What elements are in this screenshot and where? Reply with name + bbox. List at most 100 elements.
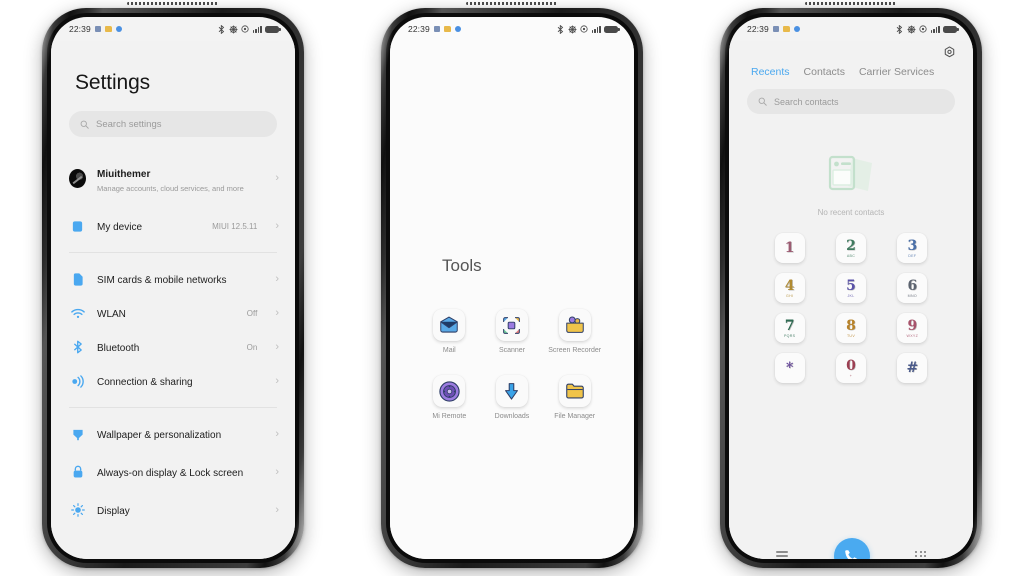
search-icon [758, 97, 767, 106]
settings-row-connection-sharing[interactable]: Connection & sharing › [51, 364, 295, 398]
keypad-icon[interactable] [915, 550, 927, 559]
account-name: Miuithemer [97, 168, 151, 180]
settings-row-lock-screen[interactable]: Always-on display & Lock screen › [51, 451, 295, 493]
folder-icon [104, 26, 112, 32]
search-settings-input[interactable]: Search settings [69, 111, 277, 137]
key-digit: 5 [846, 277, 856, 294]
dialer-bottom-bar [729, 529, 973, 559]
settings-list: Miuithemer Manage accounts, cloud servic… [51, 149, 295, 559]
wifi-icon [69, 308, 86, 319]
chevron-right-icon: › [275, 306, 279, 319]
bluetooth-icon [557, 24, 564, 34]
search-placeholder: Search contacts [774, 96, 839, 107]
key-letters: ABC [846, 253, 856, 258]
settings-label: Bluetooth [97, 343, 140, 354]
tab-carrier-services[interactable]: Carrier Services [859, 66, 934, 78]
key-digit: 9 [907, 317, 918, 334]
app-mail[interactable]: Mail [418, 309, 481, 355]
no-contacts-illustration-icon [822, 152, 880, 198]
settings-row-account[interactable]: Miuithemer Manage accounts, cloud servic… [51, 157, 295, 199]
dialpad-key-3[interactable]: 3 DEF [882, 233, 943, 263]
phone-dialer: 22:39 Recents Contacts Carrier Services … [720, 2, 982, 568]
dialpad-key-7[interactable]: 7 PQRS [759, 313, 820, 343]
dialpad-key-hash[interactable]: # [882, 353, 943, 383]
phone-bezel: 22:39 Recents Contacts Carrier Services … [725, 13, 977, 563]
app-label: File Manager [554, 413, 596, 421]
key-digit: 1 [784, 239, 795, 256]
dialpad-key-9[interactable]: 9 WXYZ [882, 313, 943, 343]
app-scanner[interactable]: Scanner [481, 309, 544, 355]
signal-icon [591, 25, 601, 33]
alarm-icon [919, 25, 927, 33]
search-contacts-input[interactable]: Search contacts [747, 89, 955, 114]
notification-dot-icon [793, 26, 800, 32]
notification-dot-icon [454, 26, 461, 32]
menu-icon[interactable] [775, 551, 788, 559]
calendar-icon [772, 26, 779, 32]
empty-text: No recent contacts [817, 208, 885, 217]
key-letters: JKL [847, 293, 855, 298]
status-bar: 22:39 [51, 17, 295, 41]
chevron-right-icon: › [275, 171, 279, 184]
signal-icon [930, 25, 940, 33]
brightness-icon [69, 503, 86, 517]
search-placeholder: Search settings [96, 118, 162, 130]
settings-row-display[interactable]: Display › [51, 493, 295, 527]
page-title: Settings [75, 71, 151, 94]
key-digit: 8 [846, 317, 856, 334]
status-time: 22:39 [747, 24, 769, 34]
app-grid: Mail Scanner Screen Recorder Mi Remote D… [390, 309, 634, 422]
phone2-screen: 22:39 Tools Mail Scanner Screen Recorder… [390, 17, 634, 559]
empty-state: No recent contacts [729, 114, 973, 217]
bluetooth-icon [218, 24, 225, 34]
dialpad-key-2[interactable]: 2 ABC [820, 233, 881, 263]
app-mi-remote[interactable]: Mi Remote [418, 375, 481, 421]
dialpad-key-1[interactable]: 1 [759, 233, 820, 263]
app-screen-recorder[interactable]: Screen Recorder [543, 309, 606, 355]
tab-contacts[interactable]: Contacts [804, 66, 845, 78]
alarm-icon [580, 25, 588, 33]
settings-value: Off [246, 308, 258, 318]
app-downloads[interactable]: Downloads [481, 375, 544, 421]
tab-recents[interactable]: Recents [751, 66, 790, 78]
app-label: Downloads [494, 413, 530, 421]
settings-app: Settings Search settings Miuithemer Mana… [51, 41, 295, 559]
dialpad-key-5[interactable]: 5 JKL [820, 273, 881, 303]
file-manager-icon [558, 375, 591, 408]
key-letters: GHI [786, 293, 794, 298]
bluetooth-icon [69, 340, 86, 354]
settings-row-my-device[interactable]: My device MIUI 12.5.11 › [51, 209, 295, 243]
dialpad-key-0[interactable]: 0 + [820, 353, 881, 383]
settings-row-bluetooth[interactable]: Bluetooth On › [51, 330, 295, 364]
downloads-icon [495, 375, 528, 408]
lock-icon [69, 465, 86, 479]
dialer-toolbar [729, 41, 973, 60]
settings-row-sim-cards[interactable]: SIM cards & mobile networks › [51, 262, 295, 296]
dialpad-key-4[interactable]: 4 GHI [759, 273, 820, 303]
earpiece-grille [805, 2, 897, 5]
chevron-right-icon: › [275, 503, 279, 516]
vpn-icon [907, 24, 916, 34]
gear-icon[interactable] [942, 45, 957, 60]
call-icon [845, 549, 857, 559]
key-letters: PQRS [783, 333, 796, 338]
app-file-manager[interactable]: File Manager [543, 375, 606, 421]
dialpad-key-6[interactable]: 6 MNO [882, 273, 943, 303]
dialpad-key-8[interactable]: 8 TUV [820, 313, 881, 343]
status-time: 22:39 [69, 24, 91, 34]
key-digit: 6 [907, 277, 918, 294]
app-label: Mail [442, 347, 456, 354]
dialer-tabs: Recents Contacts Carrier Services [729, 60, 973, 78]
signal-icon [252, 25, 262, 33]
settings-row-wlan[interactable]: WLAN Off › [51, 296, 295, 330]
phone3-screen: 22:39 Recents Contacts Carrier Services … [729, 17, 973, 559]
settings-label: WLAN [97, 309, 126, 320]
chevron-right-icon: › [275, 272, 279, 285]
settings-row-wallpaper[interactable]: Wallpaper & personalization › [51, 417, 295, 451]
battery-icon [943, 25, 959, 33]
settings-label: My device [97, 222, 143, 233]
dialpad-key-star[interactable]: * [759, 353, 820, 383]
call-button[interactable] [833, 538, 870, 559]
bluetooth-icon [896, 24, 903, 34]
calendar-icon [94, 26, 101, 32]
